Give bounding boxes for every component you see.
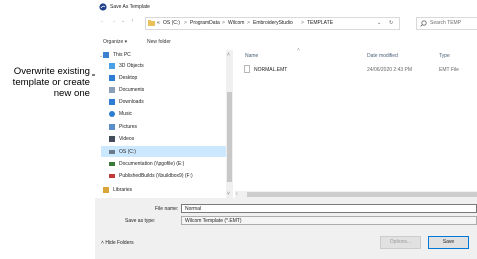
breadcrumb-separator: > xyxy=(222,20,225,26)
desktop-icon xyxy=(109,75,115,81)
navigation-pane: ⌄ This PC 3D Objects Desktop Documents D… xyxy=(95,50,230,198)
file-list-hscrollbar-thumb[interactable] xyxy=(247,192,477,197)
nav-item-videos[interactable]: Videos xyxy=(109,134,134,144)
nav-item-label: This PC xyxy=(113,52,131,58)
nav-item-publishedbuilds-f[interactable]: PublishedBuilds (\\buildbox9) (F:) xyxy=(109,171,193,181)
search-placeholder: Search TEMP xyxy=(430,20,462,26)
download-icon xyxy=(109,99,115,105)
libraries-icon xyxy=(103,187,109,193)
options-label: Options... xyxy=(389,239,412,245)
nav-item-label: Documents xyxy=(119,87,145,93)
file-row[interactable]: NORMAL.EMT 24/06/2020 2:43 PM EMT File xyxy=(241,64,477,74)
cube-icon xyxy=(109,63,115,69)
save-label: Save xyxy=(442,239,455,245)
new-folder-button[interactable]: New folder xyxy=(147,39,171,45)
forward-icon[interactable]: → xyxy=(111,18,116,24)
breadcrumb-separator: > xyxy=(247,20,250,26)
column-header-type[interactable]: Type xyxy=(439,53,450,59)
toolbar: Organize ▾ New folder xyxy=(95,34,477,48)
nav-item-music[interactable]: Music xyxy=(109,109,132,119)
nav-item-desktop[interactable]: Desktop xyxy=(109,73,137,83)
filename-field[interactable]: Normal xyxy=(181,204,477,213)
app-icon xyxy=(99,3,107,11)
file-type: EMT File xyxy=(439,67,459,73)
nav-item-libraries[interactable]: Libraries xyxy=(103,185,132,195)
breadcrumb-embroiderystudio[interactable]: EmbroideryStudio xyxy=(253,20,293,26)
nav-item-label: Music xyxy=(119,111,133,117)
breadcrumb-template[interactable]: TEMPLATE xyxy=(307,20,333,26)
network-drive-error-icon xyxy=(109,174,115,178)
title-bar: Save As Template xyxy=(95,0,477,14)
column-header-date[interactable]: Date modified xyxy=(367,53,398,59)
documents-icon xyxy=(109,87,115,93)
save-dialog: Save As Template ← → ⌄ ↑ « OS (C:) > Pro… xyxy=(95,0,477,259)
nav-item-documents[interactable]: Documents xyxy=(109,85,144,95)
filename-value: Normal xyxy=(185,206,202,212)
file-icon xyxy=(244,65,250,73)
breadcrumb-os[interactable]: OS (C:) xyxy=(163,20,180,26)
saveas-label: Save as type: xyxy=(125,218,156,224)
drive-icon xyxy=(109,150,115,154)
scroll-up-icon[interactable]: ˄ xyxy=(227,52,230,58)
nav-item-label: Documentation (\\pgofile) (E:) xyxy=(119,161,185,167)
scroll-down-icon[interactable]: ˅ xyxy=(227,191,230,197)
videos-icon xyxy=(109,136,115,142)
scroll-left-icon[interactable]: ‹ xyxy=(236,191,238,197)
window-title: Save As Template xyxy=(110,4,150,10)
back-icon[interactable]: ← xyxy=(100,18,105,24)
address-dropdown-icon[interactable]: ⌄ xyxy=(377,20,381,26)
nav-item-documentation-e[interactable]: Documentation (\\pgofile) (E:) xyxy=(109,159,184,169)
network-drive-icon xyxy=(109,162,115,166)
pictures-icon xyxy=(109,124,115,130)
nav-item-label: OS (C:) xyxy=(119,149,136,155)
file-date: 24/06/2020 2:43 PM xyxy=(367,67,413,73)
address-bar[interactable]: « OS (C:) > ProgramData > Wilcom > Embro… xyxy=(145,17,400,30)
nav-item-3d-objects[interactable]: 3D Objects xyxy=(109,61,144,71)
nav-item-label: Pictures xyxy=(119,124,138,130)
save-button[interactable]: Save xyxy=(428,236,469,249)
organize-button[interactable]: Organize ▾ xyxy=(103,39,127,45)
nav-item-label: Desktop xyxy=(119,75,138,81)
nav-item-label: Downloads xyxy=(119,99,144,105)
folder-icon xyxy=(148,20,155,26)
callout-line-3: new one xyxy=(53,88,90,99)
saveas-select[interactable]: Wilcom Template (*.EMT) xyxy=(181,216,477,225)
nav-item-this-pc[interactable]: This PC xyxy=(103,50,131,60)
column-header-name[interactable]: Name xyxy=(245,53,258,59)
nav-item-label: Videos xyxy=(119,136,135,142)
nav-item-downloads[interactable]: Downloads xyxy=(109,97,144,107)
nav-item-pictures[interactable]: Pictures xyxy=(109,122,137,132)
hide-folders-button[interactable]: ˄ Hide Folders xyxy=(101,240,134,246)
up-icon[interactable]: ↑ xyxy=(131,18,134,24)
save-form: File name: Normal Save as type: Wilcom T… xyxy=(95,198,477,259)
filename-label: File name: xyxy=(155,206,179,212)
breadcrumb-separator: > xyxy=(184,20,187,26)
callout-line-2: template or create xyxy=(12,77,90,88)
file-name: NORMAL.EMT xyxy=(254,67,288,73)
nav-item-os-c[interactable]: OS (C:) xyxy=(109,147,136,157)
recent-dropdown-icon[interactable]: ⌄ xyxy=(121,18,125,24)
music-icon xyxy=(109,111,115,117)
nav-item-label: 3D Objects xyxy=(119,63,144,69)
hide-folders-label: Hide Folders xyxy=(105,240,134,246)
nav-scrollbar-thumb[interactable] xyxy=(227,92,232,182)
address-prefix: « xyxy=(157,20,160,26)
nav-item-label: Libraries xyxy=(113,187,133,193)
nav-item-label: PublishedBuilds (\\buildbox9) (F:) xyxy=(119,173,193,179)
pc-icon xyxy=(103,52,109,58)
breadcrumb-wilcom[interactable]: Wilcom xyxy=(228,20,244,26)
options-button[interactable]: Options... xyxy=(380,236,421,249)
breadcrumb-programdata[interactable]: ProgramData xyxy=(190,20,220,26)
refresh-icon[interactable]: ↻ xyxy=(389,20,393,26)
saveas-value: Wilcom Template (*.EMT) xyxy=(185,218,242,224)
callout-line-1: Overwrite existing xyxy=(13,66,90,77)
breadcrumb-separator: > xyxy=(301,20,304,26)
annotation-callout: Overwrite existing template or create ne… xyxy=(0,66,90,99)
sort-indicator-icon: ˄ xyxy=(297,47,300,53)
search-input[interactable]: Search TEMP xyxy=(416,17,477,30)
search-icon xyxy=(420,20,427,27)
chevron-up-icon: ˄ xyxy=(101,240,104,246)
